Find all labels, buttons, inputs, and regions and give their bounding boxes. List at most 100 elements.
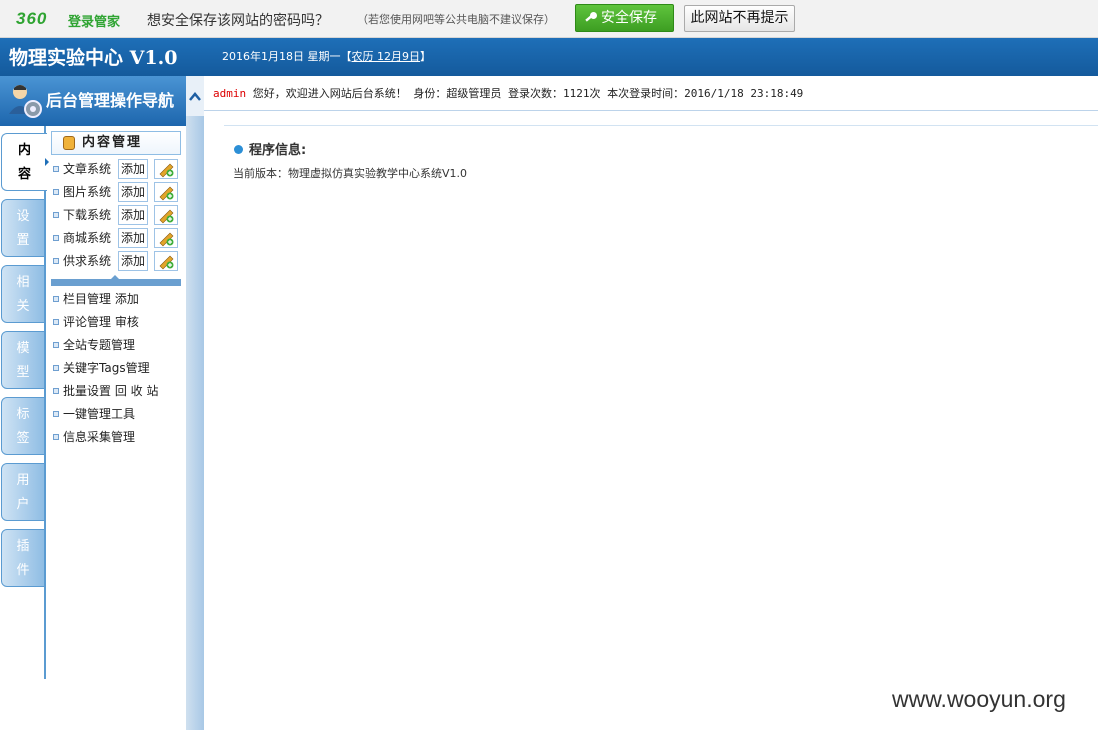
menu-link-row: 全站专题管理 (53, 335, 135, 355)
admin-gear-icon (9, 85, 42, 118)
bullet-icon (53, 234, 59, 241)
bullet-icon (53, 387, 59, 394)
safe-save-button[interactable]: 安全保存 (575, 4, 674, 32)
menu-link[interactable]: 栏目管理 添加 (63, 292, 139, 306)
tab-label: 标签 (16, 407, 30, 446)
add-button[interactable]: 添加 (118, 182, 148, 202)
menu-link-row: 栏目管理 添加 (53, 289, 139, 309)
tab-models[interactable]: 模型 (1, 331, 45, 389)
menu-link-row: 批量设置 回 收 站 (53, 381, 158, 401)
system-link[interactable]: 供求系统 (63, 254, 111, 268)
360-logo: 360 (16, 9, 48, 28)
tab-tags[interactable]: 标签 (1, 397, 45, 455)
system-row: 商城系统 添加 (53, 228, 181, 248)
collapse-toggle[interactable] (186, 76, 204, 116)
system-link[interactable]: 下载系统 (63, 208, 111, 222)
bullet-icon (53, 410, 59, 417)
tab-users[interactable]: 用户 (1, 463, 45, 521)
nav-header: 后台管理操作导航 (0, 76, 186, 126)
username: admin (213, 87, 247, 100)
edit-pencil-icon[interactable] (154, 251, 178, 271)
section-heading: 程序信息: (234, 139, 306, 158)
never-prompt-button[interactable]: 此网站不再提示 (684, 5, 795, 32)
lunar-date-link[interactable]: 农历 12月9日 (352, 50, 421, 63)
tab-content[interactable]: 内容 (1, 133, 49, 191)
tab-label: 模型 (16, 341, 30, 380)
safe-save-label: 安全保存 (601, 10, 657, 26)
menu-divider-toggle[interactable] (51, 275, 181, 286)
content-divider (224, 125, 1098, 126)
site-header: 物理实验中心 V1.0 2016年1月18日 星期一【农历 12月9日】 (0, 38, 1098, 76)
add-button[interactable]: 添加 (118, 205, 148, 225)
menu-head-label: 内容管理 (82, 135, 143, 150)
header-date: 2016年1月18日 星期一【农历 12月9日】 (222, 48, 431, 64)
date-end: 】 (420, 50, 431, 63)
tab-label: 内容 (17, 143, 31, 182)
menu-link[interactable]: 一键管理工具 (63, 407, 135, 421)
hand-pointer-icon (63, 136, 75, 150)
tab-plugins[interactable]: 插件 (1, 529, 45, 587)
system-row: 下载系统 添加 (53, 205, 181, 225)
edit-pencil-icon[interactable] (154, 182, 178, 202)
active-tab-arrow (45, 158, 49, 166)
tab-label: 用户 (16, 473, 30, 512)
triangle-up-icon (111, 275, 119, 279)
menu-link[interactable]: 关键字Tags管理 (63, 361, 150, 375)
system-row: 供求系统 添加 (53, 251, 181, 271)
menu-link-row: 关键字Tags管理 (53, 358, 150, 378)
circle-arrow-icon (234, 145, 243, 154)
tab-settings[interactable]: 设置 (1, 199, 45, 257)
date-text: 2016年1月18日 星期一【 (222, 50, 352, 63)
pencil-icon (159, 163, 174, 178)
chevron-up-icon (189, 92, 201, 101)
main-content: 程序信息: 当前版本：物理虚拟仿真实验教学中心系统V1.0 (204, 112, 1098, 730)
menu-link-row: 一键管理工具 (53, 404, 135, 424)
version-info: 当前版本：物理虚拟仿真实验教学中心系统V1.0 (233, 167, 468, 180)
site-title: 物理实验中心 V1.0 (9, 47, 178, 69)
menu-link[interactable]: 全站专题管理 (63, 338, 135, 352)
edit-pencil-icon[interactable] (154, 228, 178, 248)
add-button[interactable]: 添加 (118, 159, 148, 179)
edit-pencil-icon[interactable] (154, 205, 178, 225)
key-icon (585, 12, 597, 22)
bullet-icon (53, 257, 59, 264)
pencil-icon (159, 232, 174, 247)
password-save-bar: 360 登录管家 想安全保存该网站的密码吗？ （若您使用网吧等公共电脑不建议保存… (0, 0, 1098, 38)
tab-label: 设置 (16, 209, 30, 248)
add-button[interactable]: 添加 (118, 251, 148, 271)
watermark: www.wooyun.org (892, 686, 1066, 712)
save-password-question: 想安全保存该网站的密码吗？ (147, 13, 329, 29)
frame-splitter[interactable] (186, 116, 204, 730)
system-link[interactable]: 文章系统 (63, 162, 111, 176)
bullet-icon (53, 188, 59, 195)
pencil-icon (159, 186, 174, 201)
system-row: 文章系统 添加 (53, 159, 181, 179)
section-title: 程序信息: (249, 143, 307, 158)
welcome-text: 您好，欢迎进入网站后台系统！ 身份：超级管理员 登录次数：1121次 本次登录时… (246, 87, 804, 100)
system-link[interactable]: 商城系统 (63, 231, 111, 245)
tab-label: 相关 (16, 275, 30, 314)
edit-pencil-icon[interactable] (154, 159, 178, 179)
pencil-icon (159, 209, 174, 224)
bullet-icon (53, 211, 59, 218)
menu-link-row: 信息采集管理 (53, 427, 135, 447)
bullet-icon (53, 295, 59, 302)
save-password-hint: （若您使用网吧等公共电脑不建议保存） (357, 13, 555, 26)
tab-label: 插件 (16, 539, 30, 578)
menu-link[interactable]: 评论管理 审核 (63, 315, 139, 329)
tab-related[interactable]: 相关 (1, 265, 45, 323)
bullet-icon (53, 165, 59, 172)
menu-section-head[interactable]: 内容管理 (51, 131, 181, 155)
menu-link[interactable]: 信息采集管理 (63, 430, 135, 444)
system-link[interactable]: 图片系统 (63, 185, 111, 199)
pencil-icon (159, 255, 174, 270)
bullet-icon (53, 433, 59, 440)
bullet-icon (53, 318, 59, 325)
menu-link[interactable]: 批量设置 回 收 站 (63, 384, 158, 398)
add-button[interactable]: 添加 (118, 228, 148, 248)
bullet-icon (53, 341, 59, 348)
login-manager-name: 登录管家 (68, 15, 121, 30)
bullet-icon (53, 364, 59, 371)
menu-link-row: 评论管理 审核 (53, 312, 139, 332)
welcome-bar: admin 您好，欢迎进入网站后台系统！ 身份：超级管理员 登录次数：1121次… (204, 76, 1098, 111)
